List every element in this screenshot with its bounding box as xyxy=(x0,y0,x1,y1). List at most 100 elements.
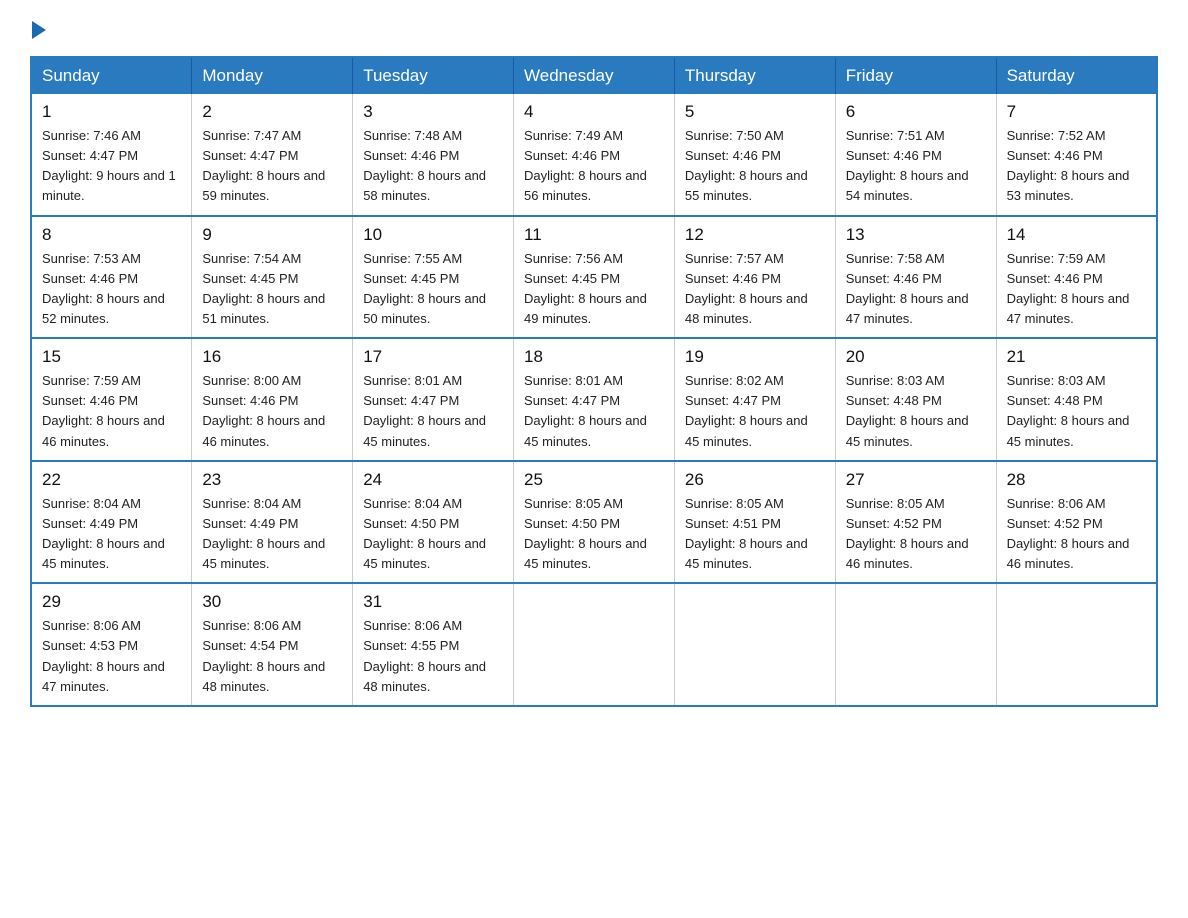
calendar-cell: 9 Sunrise: 7:54 AMSunset: 4:45 PMDaylight… xyxy=(192,216,353,339)
day-info: Sunrise: 7:58 AMSunset: 4:46 PMDaylight:… xyxy=(846,249,986,330)
day-number: 30 xyxy=(202,592,342,612)
day-number: 5 xyxy=(685,102,825,122)
day-info: Sunrise: 7:59 AMSunset: 4:46 PMDaylight:… xyxy=(42,371,181,452)
day-info: Sunrise: 8:03 AMSunset: 4:48 PMDaylight:… xyxy=(1007,371,1146,452)
weekday-row: SundayMondayTuesdayWednesdayThursdayFrid… xyxy=(31,57,1157,94)
day-number: 9 xyxy=(202,225,342,245)
weekday-header-saturday: Saturday xyxy=(996,57,1157,94)
calendar-cell: 19Sunrise: 8:02 AMSunset: 4:47 PMDayligh… xyxy=(674,338,835,461)
day-number: 8 xyxy=(42,225,181,245)
calendar-cell: 30Sunrise: 8:06 AMSunset: 4:54 PMDayligh… xyxy=(192,583,353,706)
calendar-cell: 22 Sunrise: 8:04 AMSunset: 4:49 PMDayligh… xyxy=(31,461,192,584)
calendar-cell: 27 Sunrise: 8:05 AMSunset: 4:52 PMDayligh… xyxy=(835,461,996,584)
calendar-cell xyxy=(996,583,1157,706)
day-number: 21 xyxy=(1007,347,1146,367)
day-info: Sunrise: 8:02 AMSunset: 4:47 PMDaylight:… xyxy=(685,371,825,452)
day-info: Sunrise: 7:57 AMSunset: 4:46 PMDaylight:… xyxy=(685,249,825,330)
day-info: Sunrise: 8:04 AMSunset: 4:49 PMDaylight:… xyxy=(202,494,342,575)
day-info: Sunrise: 8:03 AMSunset: 4:48 PMDaylight:… xyxy=(846,371,986,452)
day-info: Sunrise: 8:00 AMSunset: 4:46 PMDaylight:… xyxy=(202,371,342,452)
day-number: 20 xyxy=(846,347,986,367)
day-number: 17 xyxy=(363,347,503,367)
calendar-cell: 15 Sunrise: 7:59 AMSunset: 4:46 PMDayligh… xyxy=(31,338,192,461)
day-number: 22 xyxy=(42,470,181,490)
weekday-header-monday: Monday xyxy=(192,57,353,94)
calendar-table: SundayMondayTuesdayWednesdayThursdayFrid… xyxy=(30,56,1158,707)
calendar-cell: 29 Sunrise: 8:06 AMSunset: 4:53 PMDayligh… xyxy=(31,583,192,706)
day-info: Sunrise: 7:48 AMSunset: 4:46 PMDaylight:… xyxy=(363,126,503,207)
calendar-cell: 26 Sunrise: 8:05 AMSunset: 4:51 PMDayligh… xyxy=(674,461,835,584)
day-number: 14 xyxy=(1007,225,1146,245)
day-info: Sunrise: 8:01 AMSunset: 4:47 PMDaylight:… xyxy=(363,371,503,452)
day-info: Sunrise: 7:46 AMSunset: 4:47 PMDaylight:… xyxy=(42,126,181,207)
day-info: Sunrise: 7:56 AMSunset: 4:45 PMDaylight:… xyxy=(524,249,664,330)
calendar-cell: 24Sunrise: 8:04 AMSunset: 4:50 PMDayligh… xyxy=(353,461,514,584)
day-number: 4 xyxy=(524,102,664,122)
calendar-header: SundayMondayTuesdayWednesdayThursdayFrid… xyxy=(31,57,1157,94)
calendar-cell: 21 Sunrise: 8:03 AMSunset: 4:48 PMDayligh… xyxy=(996,338,1157,461)
calendar-cell: 2Sunrise: 7:47 AMSunset: 4:47 PMDaylight… xyxy=(192,94,353,216)
calendar-cell: 5Sunrise: 7:50 AMSunset: 4:46 PMDaylight… xyxy=(674,94,835,216)
day-info: Sunrise: 8:01 AMSunset: 4:47 PMDaylight:… xyxy=(524,371,664,452)
calendar-cell xyxy=(514,583,675,706)
day-info: Sunrise: 8:05 AMSunset: 4:52 PMDaylight:… xyxy=(846,494,986,575)
calendar-cell: 12 Sunrise: 7:57 AMSunset: 4:46 PMDayligh… xyxy=(674,216,835,339)
weekday-header-wednesday: Wednesday xyxy=(514,57,675,94)
day-number: 25 xyxy=(524,470,664,490)
calendar-body: 1 Sunrise: 7:46 AMSunset: 4:47 PMDaylight… xyxy=(31,94,1157,706)
day-info: Sunrise: 7:54 AMSunset: 4:45 PMDaylight:… xyxy=(202,249,342,330)
calendar-cell: 3Sunrise: 7:48 AMSunset: 4:46 PMDaylight… xyxy=(353,94,514,216)
calendar-cell: 4Sunrise: 7:49 AMSunset: 4:46 PMDaylight… xyxy=(514,94,675,216)
day-number: 13 xyxy=(846,225,986,245)
day-number: 15 xyxy=(42,347,181,367)
day-info: Sunrise: 8:06 AMSunset: 4:52 PMDaylight:… xyxy=(1007,494,1146,575)
weekday-header-friday: Friday xyxy=(835,57,996,94)
day-number: 27 xyxy=(846,470,986,490)
calendar-cell: 10 Sunrise: 7:55 AMSunset: 4:45 PMDayligh… xyxy=(353,216,514,339)
day-info: Sunrise: 7:51 AMSunset: 4:46 PMDaylight:… xyxy=(846,126,986,207)
day-info: Sunrise: 8:06 AMSunset: 4:55 PMDaylight:… xyxy=(363,616,503,697)
calendar-cell: 31 Sunrise: 8:06 AMSunset: 4:55 PMDayligh… xyxy=(353,583,514,706)
calendar-cell xyxy=(674,583,835,706)
calendar-cell: 28Sunrise: 8:06 AMSunset: 4:52 PMDayligh… xyxy=(996,461,1157,584)
day-info: Sunrise: 7:59 AMSunset: 4:46 PMDaylight:… xyxy=(1007,249,1146,330)
weekday-header-sunday: Sunday xyxy=(31,57,192,94)
calendar-cell: 13 Sunrise: 7:58 AMSunset: 4:46 PMDayligh… xyxy=(835,216,996,339)
calendar-cell: 1 Sunrise: 7:46 AMSunset: 4:47 PMDaylight… xyxy=(31,94,192,216)
calendar-cell: 17 Sunrise: 8:01 AMSunset: 4:47 PMDayligh… xyxy=(353,338,514,461)
day-number: 29 xyxy=(42,592,181,612)
day-info: Sunrise: 8:05 AMSunset: 4:50 PMDaylight:… xyxy=(524,494,664,575)
week-row-2: 8 Sunrise: 7:53 AMSunset: 4:46 PMDaylight… xyxy=(31,216,1157,339)
calendar-cell: 18Sunrise: 8:01 AMSunset: 4:47 PMDayligh… xyxy=(514,338,675,461)
day-number: 31 xyxy=(363,592,503,612)
day-info: Sunrise: 7:55 AMSunset: 4:45 PMDaylight:… xyxy=(363,249,503,330)
day-info: Sunrise: 8:06 AMSunset: 4:53 PMDaylight:… xyxy=(42,616,181,697)
day-number: 12 xyxy=(685,225,825,245)
day-info: Sunrise: 8:05 AMSunset: 4:51 PMDaylight:… xyxy=(685,494,825,575)
page-header xyxy=(30,20,1158,38)
day-info: Sunrise: 8:04 AMSunset: 4:50 PMDaylight:… xyxy=(363,494,503,575)
calendar-cell: 8 Sunrise: 7:53 AMSunset: 4:46 PMDaylight… xyxy=(31,216,192,339)
week-row-5: 29 Sunrise: 8:06 AMSunset: 4:53 PMDayligh… xyxy=(31,583,1157,706)
day-info: Sunrise: 7:47 AMSunset: 4:47 PMDaylight:… xyxy=(202,126,342,207)
day-number: 7 xyxy=(1007,102,1146,122)
day-number: 10 xyxy=(363,225,503,245)
day-number: 6 xyxy=(846,102,986,122)
day-number: 16 xyxy=(202,347,342,367)
calendar-cell: 7Sunrise: 7:52 AMSunset: 4:46 PMDaylight… xyxy=(996,94,1157,216)
day-number: 26 xyxy=(685,470,825,490)
calendar-cell: 20 Sunrise: 8:03 AMSunset: 4:48 PMDayligh… xyxy=(835,338,996,461)
calendar-cell: 14 Sunrise: 7:59 AMSunset: 4:46 PMDayligh… xyxy=(996,216,1157,339)
calendar-cell: 11Sunrise: 7:56 AMSunset: 4:45 PMDayligh… xyxy=(514,216,675,339)
day-info: Sunrise: 7:53 AMSunset: 4:46 PMDaylight:… xyxy=(42,249,181,330)
day-info: Sunrise: 8:04 AMSunset: 4:49 PMDaylight:… xyxy=(42,494,181,575)
calendar-cell xyxy=(835,583,996,706)
weekday-header-thursday: Thursday xyxy=(674,57,835,94)
calendar-cell: 6 Sunrise: 7:51 AMSunset: 4:46 PMDaylight… xyxy=(835,94,996,216)
week-row-4: 22 Sunrise: 8:04 AMSunset: 4:49 PMDayligh… xyxy=(31,461,1157,584)
day-number: 1 xyxy=(42,102,181,122)
calendar-cell: 25 Sunrise: 8:05 AMSunset: 4:50 PMDayligh… xyxy=(514,461,675,584)
day-number: 23 xyxy=(202,470,342,490)
logo-flag-icon xyxy=(32,21,46,39)
weekday-header-tuesday: Tuesday xyxy=(353,57,514,94)
